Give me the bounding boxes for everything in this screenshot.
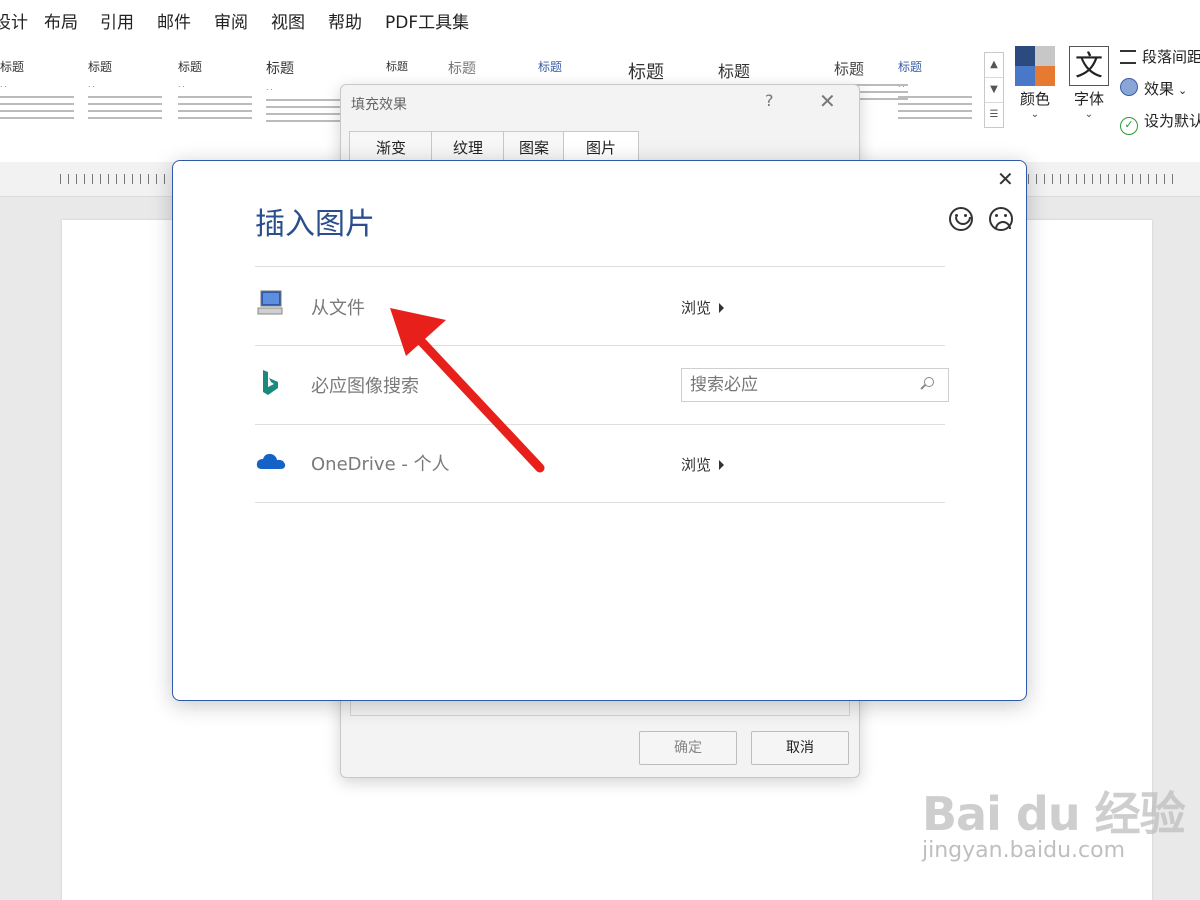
dialog-title: 插入图片 [255,207,375,242]
onedrive-icon [256,453,286,469]
style-thumb[interactable]: 标题 · · [174,52,258,162]
bing-search-input[interactable] [688,370,922,400]
chevron-down-icon[interactable]: ▼ [985,78,1003,103]
ok-button[interactable]: 确定 [639,731,737,765]
bing-icon [263,370,278,395]
ribbon-tab-bar: 设计 布局 引用 邮件 审阅 视图 帮助 PDF工具集 [0,0,1200,41]
check-icon: ✓ [1120,117,1138,135]
style-thumb[interactable]: 标题 · · [262,52,346,162]
effects-icon [1120,78,1138,96]
browse-link[interactable]: 浏览 [681,297,725,318]
chevron-up-icon[interactable]: ▲ [985,53,1003,78]
tab-mailings[interactable]: 邮件 [157,8,191,33]
colors-button[interactable]: 颜色 ⌄ [1010,46,1060,120]
tab-layout[interactable]: 布局 [44,8,78,33]
effects-button[interactable]: 效果 ⌄ [1120,78,1187,99]
tab-design[interactable]: 设计 [0,8,28,41]
tab-references[interactable]: 引用 [100,8,134,33]
font-icon: 文 [1069,46,1109,86]
cancel-button[interactable]: 取消 [751,731,849,765]
fonts-button[interactable]: 文 字体 ⌄ [1064,46,1114,120]
insert-picture-dialog: ✕ 插入图片 从文件 浏览 必应图像搜索 OneDrive - 个人 浏览 [172,160,1027,701]
color-palette-icon [1015,46,1055,86]
tab-pattern[interactable]: 图案 [503,131,565,162]
tab-view[interactable]: 视图 [271,8,305,33]
chevron-down-icon: ⌄ [1084,109,1094,120]
tab-gradient[interactable]: 渐变 [349,131,433,162]
gallery-scroll[interactable]: ▲ ▼ ☰ [984,52,1004,128]
divider [255,502,945,503]
bing-search-box[interactable] [681,368,949,402]
caret-right-icon [719,460,725,470]
close-icon[interactable]: ✕ [997,167,1014,191]
browse-link[interactable]: 浏览 [681,454,725,475]
close-icon[interactable]: ✕ [819,89,836,113]
bing-search-label: 必应图像搜索 [311,376,419,397]
onedrive-label: OneDrive - 个人 [311,454,450,475]
smile-icon[interactable] [949,207,973,231]
tab-review[interactable]: 审阅 [214,8,248,33]
paragraph-spacing-button[interactable]: 段落间距 [1120,46,1200,67]
from-file-label: 从文件 [311,298,365,319]
dialog-title: 填充效果 [351,97,407,113]
style-thumb[interactable]: 标题 · · [0,52,80,162]
caret-right-icon [719,303,725,313]
chevron-down-icon: ⌄ [1030,109,1040,120]
set-default-button[interactable]: ✓设为默认值 [1120,110,1200,135]
tab-pdf-tools[interactable]: PDF工具集 [385,8,469,33]
help-icon[interactable]: ? [765,91,774,110]
tab-texture[interactable]: 纹理 [431,131,505,162]
style-thumb[interactable]: 标题 · · [84,52,168,162]
watermark-brand: Bai du 经验 [922,787,1186,841]
chevron-down-icon: ⌄ [1178,84,1188,97]
bing-search-row: 必应图像搜索 [255,346,949,424]
from-file-row[interactable]: 从文件 浏览 [255,267,945,345]
paragraph-spacing-icon [1120,50,1136,64]
style-thumb[interactable]: 标题 · · [894,52,978,162]
watermark: Bai du 经验 jingyan.baidu.com [922,778,1186,863]
tab-picture[interactable]: 图片 [563,131,639,162]
search-icon[interactable] [924,377,934,387]
tab-help[interactable]: 帮助 [328,8,362,33]
computer-icon [257,290,283,315]
frown-icon[interactable] [989,207,1013,231]
onedrive-row[interactable]: OneDrive - 个人 浏览 [255,425,945,503]
gallery-more-icon[interactable]: ☰ [985,103,1003,127]
